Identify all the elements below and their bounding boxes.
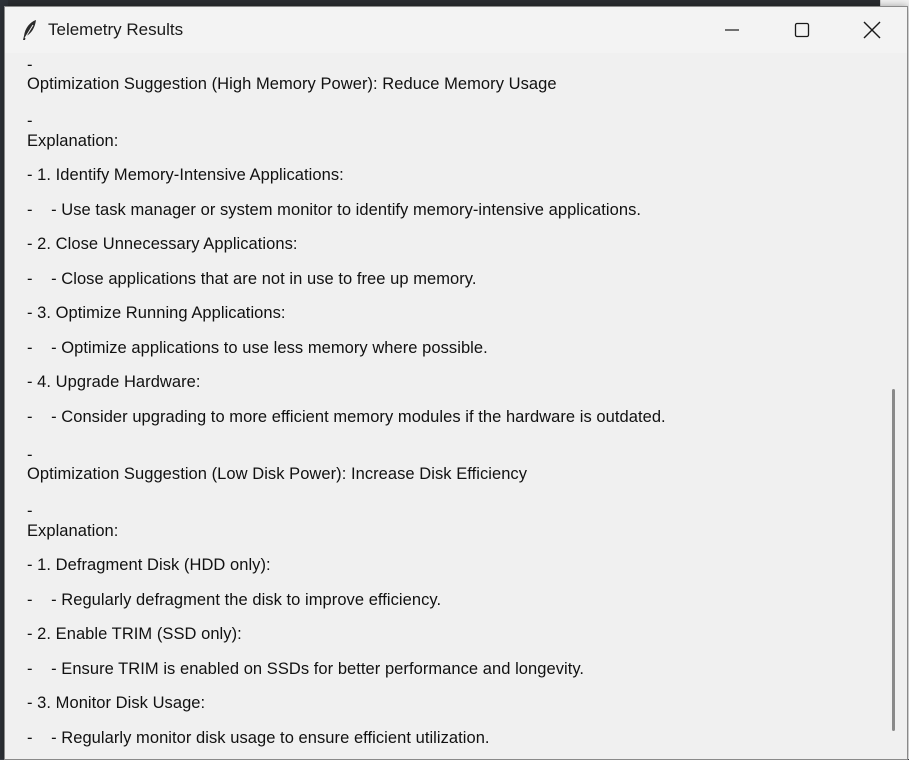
text-line: - - Optimize applications to use less me… (27, 339, 488, 357)
feather-icon (23, 20, 36, 40)
close-button[interactable] (837, 7, 907, 53)
text-line: - (27, 56, 33, 74)
results-text-area[interactable]: - Optimization Suggestion (High Memory P… (5, 53, 883, 759)
minimize-icon (725, 29, 739, 31)
close-icon (863, 21, 881, 39)
scrollbar-thumb[interactable] (892, 389, 895, 731)
text-line: Explanation: (27, 522, 119, 540)
text-line: - (27, 112, 33, 130)
text-line: - 1. Defragment Disk (HDD only): (27, 556, 271, 574)
text-line: - - Regularly monitor disk usage to ensu… (27, 729, 490, 747)
text-line: - - Use task manager or system monitor t… (27, 201, 642, 219)
text-line: Explanation: (27, 132, 119, 150)
minimize-button[interactable] (697, 7, 767, 53)
text-line: Optimization Suggestion (High Memory Pow… (27, 75, 557, 93)
text-line: - - Ensure TRIM is enabled on SSDs for b… (27, 660, 585, 678)
text-line: - 4. Upgrade Hardware: (27, 373, 201, 391)
text-line: - (27, 502, 33, 520)
window-title: Telemetry Results (48, 20, 184, 39)
telemetry-results-window: Telemetry Results - Optimization Suggest… (4, 6, 908, 760)
maximize-button[interactable] (767, 7, 837, 53)
text-line: Optimization Suggestion (Low Disk Power)… (27, 465, 528, 483)
text-line: - - Regularly defragment the disk to imp… (27, 591, 442, 609)
text-line: - (27, 446, 33, 464)
text-line: - - Close applications that are not in u… (27, 270, 477, 288)
maximize-icon (794, 22, 810, 38)
title-bar[interactable]: Telemetry Results (5, 7, 907, 53)
text-line: - - Consider upgrading to more efficient… (27, 408, 666, 426)
text-line: - 3. Monitor Disk Usage: (27, 694, 206, 712)
text-line: - 2. Close Unnecessary Applications: (27, 235, 298, 253)
text-line: - 1. Identify Memory-Intensive Applicati… (27, 166, 344, 184)
text-line: - 3. Optimize Running Applications: (27, 304, 286, 322)
text-line: - 2. Enable TRIM (SSD only): (27, 625, 242, 643)
